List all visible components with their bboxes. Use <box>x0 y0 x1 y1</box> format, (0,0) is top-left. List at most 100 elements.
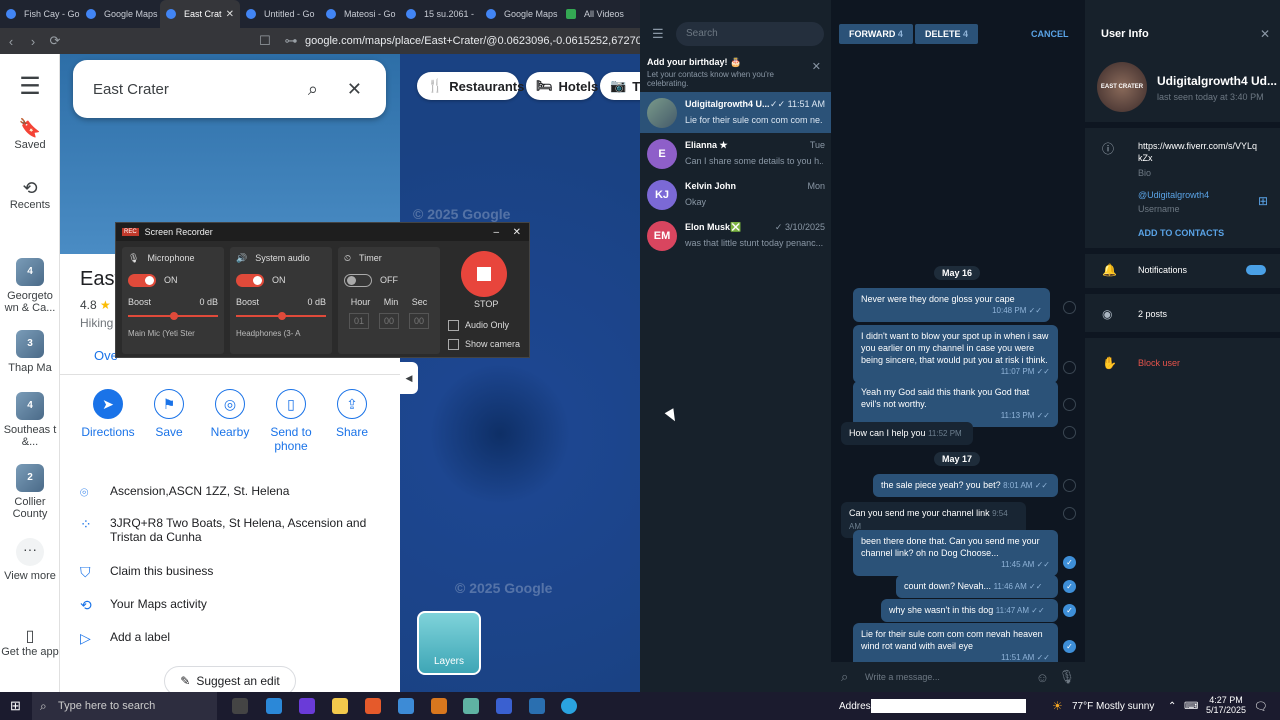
app-icon[interactable] <box>431 698 447 714</box>
attach-icon[interactable]: ⌕ <box>841 669 848 685</box>
chat-item[interactable]: E Elianna ★ Tue Can I share some details t… <box>640 133 831 174</box>
search-box[interactable]: East Crater ⌕ ✕ <box>73 60 386 118</box>
delete-button[interactable]: DELETE 4 <box>915 24 979 44</box>
rail-recent-place[interactable]: 2 Collier County <box>0 464 60 520</box>
hamburger-menu-icon[interactable]: ☰ <box>652 26 664 42</box>
task-view-icon[interactable] <box>232 698 248 714</box>
url-field[interactable]: google.com/maps/place/East+Crater/@0.062… <box>305 35 640 47</box>
message-bubble-incoming[interactable]: How can I help you 11:52 PM <box>841 422 973 445</box>
cancel-button[interactable]: CANCEL <box>1031 29 1069 39</box>
select-circle[interactable] <box>1063 361 1076 374</box>
slider-handle[interactable] <box>170 312 178 320</box>
system-audio-toggle[interactable] <box>236 274 264 287</box>
map-area[interactable]: © 2025 Google © 2025 Google East Crater … <box>60 54 640 692</box>
tab-1[interactable]: Google Maps <box>80 0 160 28</box>
show-camera-checkbox[interactable]: Show camera <box>448 339 520 351</box>
share-button[interactable]: ⇪ Share <box>322 389 382 439</box>
app-icon[interactable] <box>463 698 479 714</box>
close-icon[interactable]: ✕ <box>347 79 362 100</box>
tab-6[interactable]: Google Maps <box>480 0 560 28</box>
clock[interactable]: 4:27 PM 5/17/2025 <box>1201 695 1251 715</box>
message-bubble-selected[interactable]: been there done that. Can you send me yo… <box>853 530 1058 576</box>
search-icon[interactable]: ⌕ <box>308 79 318 100</box>
microphone-icon[interactable]: 🎙 <box>1058 669 1075 685</box>
hour-input[interactable]: 01 <box>348 313 369 329</box>
timer-toggle[interactable] <box>344 274 372 287</box>
maps-activity-row[interactable]: ⟲ Your Maps activity <box>80 597 380 614</box>
tab-0[interactable]: Fish Cay - Go <box>0 0 80 28</box>
selected-check-icon[interactable]: ✓ <box>1063 556 1076 569</box>
second-input[interactable]: 00 <box>408 313 429 329</box>
close-icon[interactable]: ✕ <box>513 227 521 238</box>
tray-chevron-icon[interactable]: ⌃ <box>1168 701 1176 712</box>
rail-view-more[interactable]: ··· View more <box>0 538 60 582</box>
map-canvas[interactable] <box>400 54 640 692</box>
selected-check-icon[interactable]: ✓ <box>1063 604 1076 617</box>
tab-2-active[interactable]: East Crat ✕ <box>160 0 240 28</box>
close-icon[interactable]: ✕ <box>1260 27 1270 41</box>
message-bubble[interactable]: Never were they done gloss your cape 10:4… <box>853 288 1050 322</box>
chat-item[interactable]: EM Elon Musk❎ ✓ 3/10/2025 was that little … <box>640 215 831 256</box>
rail-get-app[interactable]: ▯ Get the app <box>0 626 60 658</box>
select-circle[interactable] <box>1063 479 1076 492</box>
audio-only-checkbox[interactable]: Audio Only <box>448 320 509 332</box>
rail-recent-place[interactable]: 4 Georgeto wn & Ca... <box>0 258 60 314</box>
forward-icon[interactable]: › <box>22 34 44 49</box>
checkbox-icon[interactable] <box>448 339 459 351</box>
bookmark-icon[interactable]: ☐ <box>254 33 276 49</box>
close-tab-icon[interactable]: ✕ <box>226 9 234 20</box>
app-icon[interactable] <box>299 698 315 714</box>
collapse-panel-icon[interactable]: ◀ <box>400 362 418 394</box>
stop-record-button[interactable] <box>461 251 507 297</box>
select-circle[interactable] <box>1063 507 1076 520</box>
system-boost-slider[interactable] <box>236 312 326 320</box>
notification-icon[interactable]: 🗨 <box>1254 700 1268 713</box>
selected-check-icon[interactable]: ✓ <box>1063 640 1076 653</box>
birthday-banner[interactable]: Add your birthday! 🎂 Let your contacts k… <box>640 54 831 94</box>
site-info-icon[interactable]: ⊶ <box>280 33 302 49</box>
minute-input[interactable]: 00 <box>378 313 399 329</box>
message-bubble[interactable]: Yeah my God said this thank you God that… <box>853 381 1058 427</box>
chat-item[interactable]: Udigitalgrowth4 U... ✓✓ 11:51 AM Lie for t… <box>640 92 831 133</box>
address-row[interactable]: ⌾ Ascension,ASCN 1ZZ, St. Helena <box>80 484 380 501</box>
telegram-icon[interactable] <box>561 698 577 714</box>
keyboard-icon[interactable]: ⌨ <box>1184 701 1198 712</box>
message-bubble-selected[interactable]: count down? Nevah... 11:46 AM ✓✓ <box>896 575 1058 598</box>
rail-saved[interactable]: 🔖 Saved <box>0 118 60 151</box>
search-input[interactable]: Search <box>676 22 824 46</box>
mic-toggle[interactable] <box>128 274 156 287</box>
tab-4[interactable]: Mateosi - Go <box>320 0 400 28</box>
nearby-button[interactable]: ◎ Nearby <box>200 389 260 439</box>
chat-item[interactable]: KJ Kelvin John Mon Okay <box>640 174 831 215</box>
select-circle[interactable] <box>1063 426 1076 439</box>
close-icon[interactable]: ✕ <box>812 60 821 73</box>
slider-handle[interactable] <box>278 312 286 320</box>
select-circle[interactable] <box>1063 398 1076 411</box>
save-button[interactable]: ⚑ Save <box>139 389 199 439</box>
mic-device-select[interactable]: Main Mic (Yeti Ster <box>128 329 218 338</box>
message-bubble[interactable]: the sale piece yeah? you bet? 8:01 AM ✓✓ <box>873 474 1058 497</box>
taskbar-search[interactable]: ⌕ Type here to search <box>32 692 217 720</box>
rail-recent-place[interactable]: 3 Thap Ma <box>0 330 60 374</box>
notifications-toggle[interactable] <box>1246 265 1266 275</box>
menu-icon[interactable]: ☰ <box>0 72 60 101</box>
message-input[interactable]: Write a message... <box>865 672 940 682</box>
app-icon[interactable] <box>529 698 545 714</box>
copilot-icon[interactable] <box>266 698 282 714</box>
plus-code-row[interactable]: ⁘ 3JRQ+R8 Two Boats, St Helena, Ascension… <box>80 516 380 544</box>
system-device-select[interactable]: Headphones (3- A <box>236 329 326 338</box>
minimize-icon[interactable]: – <box>493 227 499 238</box>
add-label-row[interactable]: ▷ Add a label <box>80 630 380 647</box>
emoji-icon[interactable]: ☺ <box>1036 670 1049 685</box>
directions-button[interactable]: ➤ Directions <box>78 389 138 439</box>
brave-browser-icon[interactable] <box>365 698 381 714</box>
address-toolbar-input[interactable] <box>871 699 1026 713</box>
tab-3[interactable]: Untitled - Go <box>240 0 320 28</box>
chip-restaurants[interactable]: 🍴 Restaurants <box>417 72 524 100</box>
weather-text[interactable]: 77°F Mostly sunny <box>1072 701 1154 712</box>
qr-code-icon[interactable]: ⊞ <box>1258 194 1268 208</box>
message-bubble[interactable]: I didn't want to blow your spot up in wh… <box>853 325 1058 383</box>
app-icon[interactable] <box>496 698 512 714</box>
mic-boost-slider[interactable] <box>128 312 218 320</box>
reload-icon[interactable]: ⟳ <box>44 33 66 49</box>
